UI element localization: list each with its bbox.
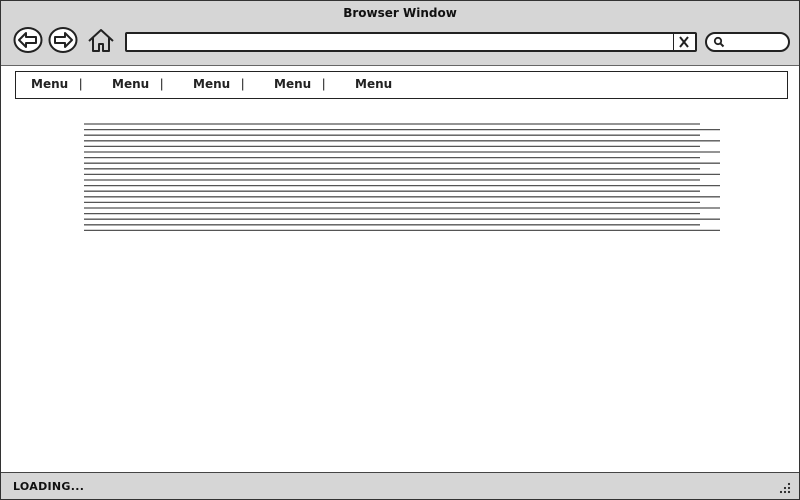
- clear-address-button[interactable]: [673, 34, 694, 50]
- text-lines: [84, 123, 720, 232]
- menu-separator: |: [241, 76, 245, 91]
- search-icon: [713, 36, 725, 48]
- back-arrow-icon: [13, 27, 43, 53]
- search-input[interactable]: [729, 35, 788, 51]
- status-bar: LOADING...: [1, 472, 799, 499]
- search-box[interactable]: [705, 32, 790, 52]
- home-button[interactable]: [86, 26, 116, 54]
- browser-window: Browser Window Menu | Menu | Menu | Menu…: [0, 0, 800, 500]
- text-block-placeholder: [84, 123, 720, 235]
- menu-separator: |: [160, 76, 164, 91]
- address-input[interactable]: [131, 35, 665, 51]
- window-title: Browser Window: [343, 6, 457, 20]
- menu-separator: |: [322, 76, 326, 91]
- menu-item-4[interactable]: Menu: [274, 77, 311, 91]
- browser-toolbar: Browser Window: [1, 1, 799, 66]
- back-button[interactable]: [13, 26, 43, 54]
- forward-arrow-icon: [48, 27, 78, 53]
- close-icon: [679, 36, 689, 48]
- home-icon: [88, 29, 114, 52]
- menu-item-3[interactable]: Menu: [193, 77, 230, 91]
- address-bar[interactable]: [125, 32, 697, 52]
- forward-button[interactable]: [48, 26, 78, 54]
- menu-item-1[interactable]: Menu: [31, 77, 68, 91]
- menu-separator: |: [79, 76, 83, 91]
- menu-bar: Menu | Menu | Menu | Menu | Menu: [15, 71, 788, 99]
- menu-item-2[interactable]: Menu: [112, 77, 149, 91]
- menu-item-5[interactable]: Menu: [355, 77, 392, 91]
- status-text: LOADING...: [13, 480, 85, 493]
- resize-grip-icon[interactable]: [779, 482, 791, 494]
